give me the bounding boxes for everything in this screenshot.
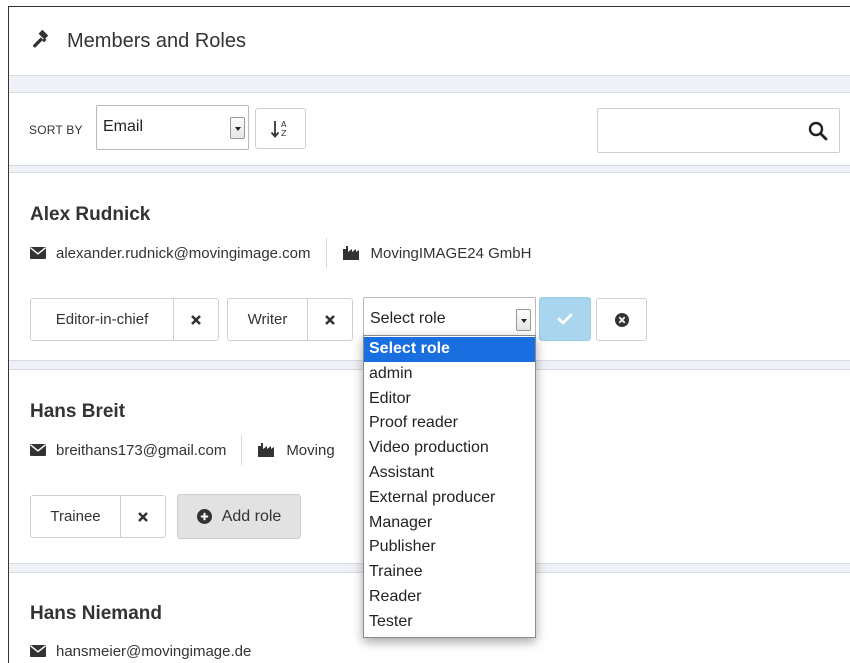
- svg-text:A: A: [281, 120, 287, 129]
- confirm-role-button[interactable]: [539, 297, 591, 341]
- divider: [241, 435, 243, 465]
- envelope-icon: [30, 247, 46, 259]
- member-email: alexander.rudnick@movingimage.com: [56, 244, 311, 262]
- sort-toolbar: SORT BY Email A Z: [9, 93, 850, 165]
- close-icon: [325, 314, 335, 325]
- remove-role-button[interactable]: [308, 299, 352, 340]
- sort-alpha-asc-icon: A Z: [270, 120, 287, 138]
- member-info: hansmeier@movingimage.de: [30, 636, 251, 663]
- dropdown-option[interactable]: Select role: [364, 337, 535, 362]
- dropdown-option[interactable]: Video production: [364, 436, 535, 461]
- dropdown-option[interactable]: admin: [364, 362, 535, 387]
- dropdown-option[interactable]: Proof reader: [364, 411, 535, 436]
- member-name: Alex Rudnick: [30, 204, 151, 225]
- role-select-value: Select role: [370, 310, 446, 327]
- factory-icon: [342, 246, 359, 260]
- check-icon: [557, 313, 573, 325]
- dropdown-option[interactable]: Manager: [364, 511, 535, 536]
- dropdown-option[interactable]: Editor: [364, 387, 535, 412]
- role-dropdown-list: Select role admin Editor Proof reader Vi…: [363, 335, 536, 638]
- chevron-down-icon: [516, 309, 531, 331]
- member-name: Hans Breit: [30, 401, 126, 422]
- envelope-icon: [30, 645, 46, 657]
- search-icon[interactable]: [808, 121, 828, 141]
- page-header: Members and Roles: [9, 7, 850, 75]
- envelope-icon: [30, 444, 46, 456]
- page-title: Members and Roles: [67, 29, 246, 52]
- close-icon: [138, 511, 148, 522]
- close-circle-icon: [614, 312, 629, 327]
- divider: [325, 238, 327, 268]
- role-chip: Editor-in-chief: [30, 298, 219, 341]
- member-card: Alex Rudnick alexander.rudnick@movingima…: [9, 173, 850, 360]
- search-input[interactable]: [597, 108, 840, 153]
- role-chip-label: Editor-in-chief: [31, 299, 174, 340]
- remove-role-button[interactable]: [121, 496, 165, 537]
- member-company: Moving: [286, 441, 335, 459]
- member-email: breithans173@gmail.com: [56, 441, 227, 459]
- member-info: breithans173@gmail.com Moving: [30, 435, 335, 465]
- member-email: hansmeier@movingimage.de: [56, 642, 252, 660]
- dropdown-option[interactable]: Tester: [364, 610, 535, 635]
- chevron-down-icon: [230, 117, 245, 139]
- section-divider: [9, 165, 850, 173]
- role-chip-label: Trainee: [31, 496, 121, 537]
- add-role-button[interactable]: Add role: [177, 494, 301, 539]
- app-frame: Members and Roles SORT BY Email A Z Alex: [8, 6, 850, 663]
- dropdown-option[interactable]: Reader: [364, 585, 535, 610]
- member-company: MovingIMAGE24 GmbH: [370, 244, 532, 262]
- close-icon: [191, 314, 201, 325]
- sort-direction-button[interactable]: A Z: [255, 108, 306, 149]
- role-chip: Writer: [227, 298, 353, 341]
- member-name: Hans Niemand: [30, 603, 162, 624]
- sort-by-label: SORT BY: [29, 123, 83, 137]
- cancel-role-button[interactable]: [596, 298, 647, 341]
- role-chip-label: Writer: [228, 299, 308, 340]
- dropdown-option[interactable]: Assistant: [364, 461, 535, 486]
- gavel-icon: [32, 30, 48, 48]
- sort-by-value: Email: [103, 118, 144, 135]
- dropdown-option[interactable]: Publisher: [364, 535, 535, 560]
- sort-by-select[interactable]: Email: [96, 105, 249, 150]
- role-chip: Trainee: [30, 495, 166, 538]
- factory-icon: [258, 443, 275, 457]
- section-divider: [9, 75, 850, 93]
- add-role-label: Add role: [221, 507, 282, 525]
- remove-role-button[interactable]: [174, 299, 218, 340]
- plus-circle-icon: [196, 509, 212, 524]
- dropdown-option[interactable]: Trainee: [364, 560, 535, 585]
- dropdown-option[interactable]: External producer: [364, 486, 535, 511]
- member-info: alexander.rudnick@movingimage.com Moving…: [30, 238, 531, 268]
- svg-text:Z: Z: [281, 129, 287, 138]
